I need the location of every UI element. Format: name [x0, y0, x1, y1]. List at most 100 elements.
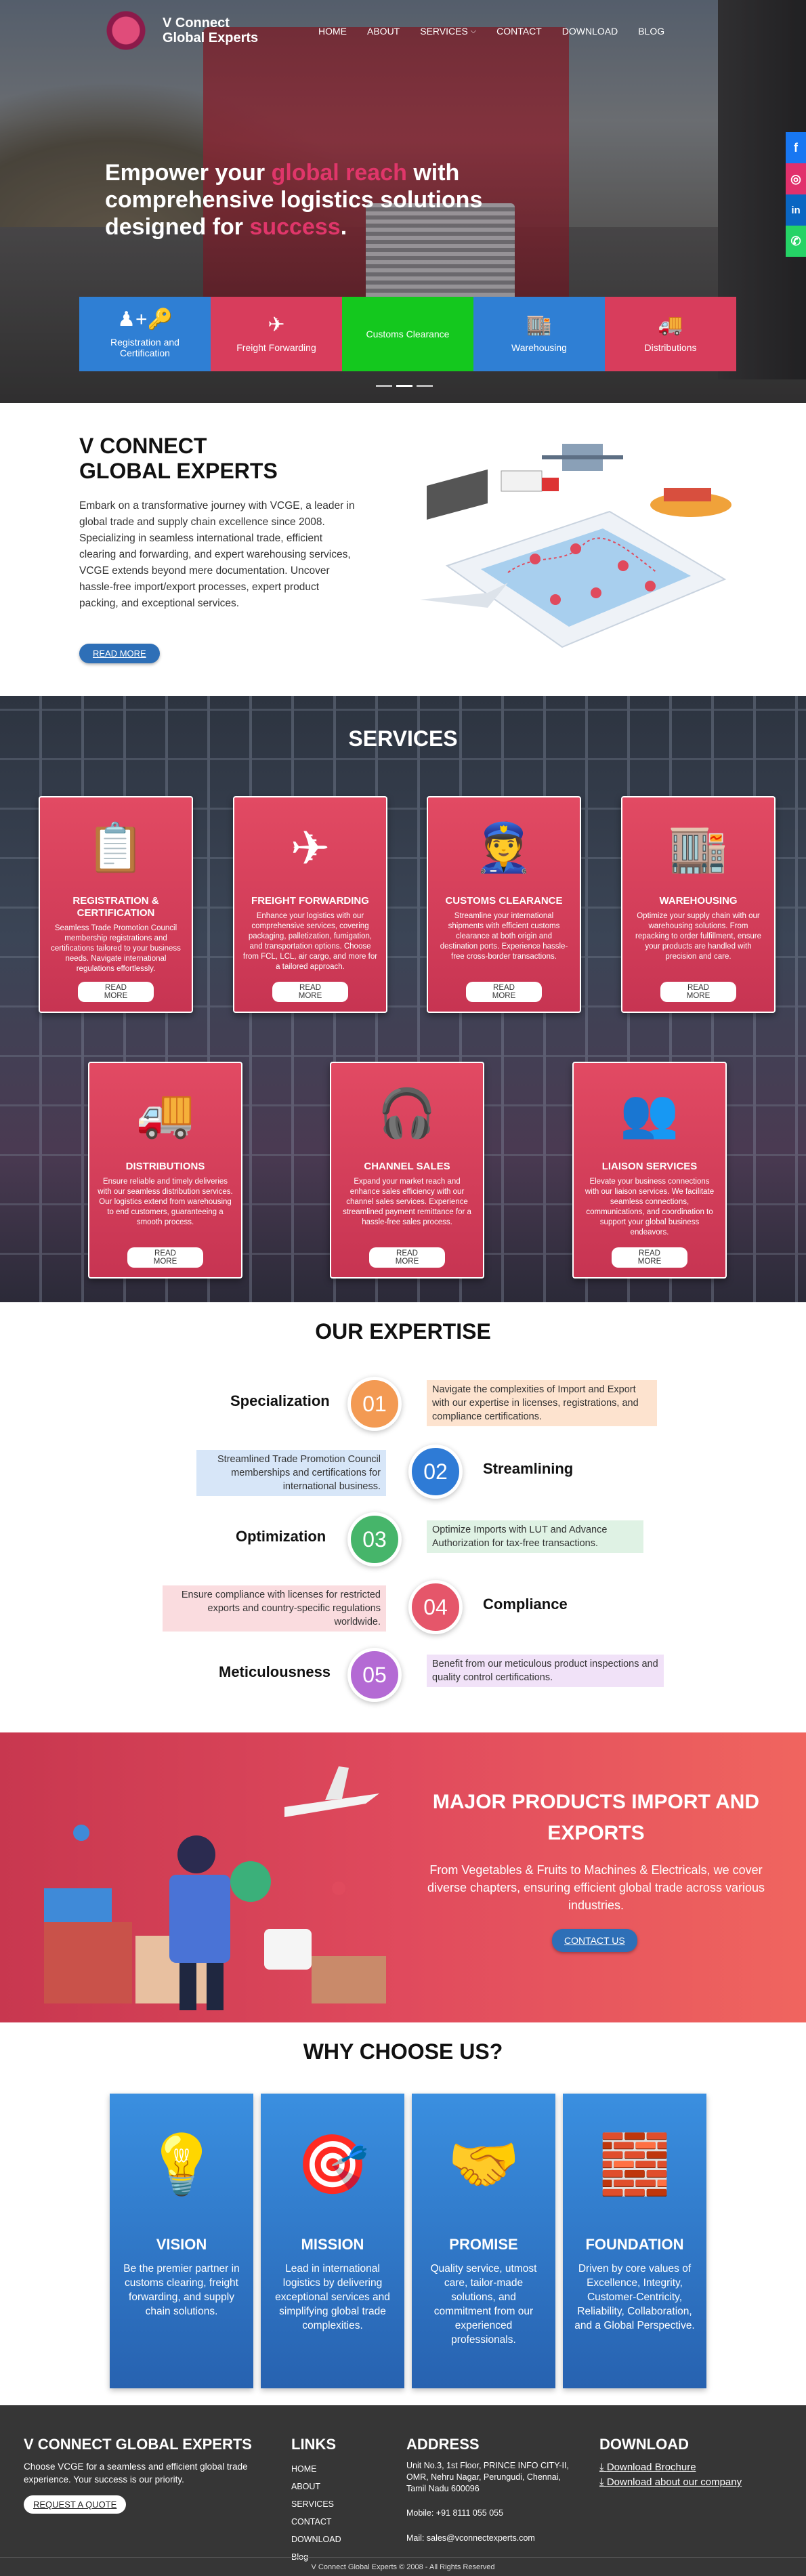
footer-brand-title: V CONNECT GLOBAL EXPERTS	[24, 2436, 252, 2453]
carousel-dots	[376, 385, 433, 387]
products-title: MAJOR PRODUCTS IMPORT AND EXPORTS	[432, 1791, 760, 1844]
hero-card-registration[interactable]: ♟+🔑 Registration and Certification	[79, 297, 211, 371]
products-text: From Vegetables & Fruits to Machines & E…	[427, 1863, 765, 1912]
main-nav: HOME ABOUT SERVICES ⌵ CONTACT DOWNLOAD B…	[318, 26, 664, 37]
freight-icon: ✈	[290, 822, 331, 875]
team-icon: 👥	[620, 1087, 679, 1140]
bricks-icon: 🧱	[598, 2132, 671, 2197]
linkedin-icon[interactable]: in	[786, 194, 806, 226]
hero-section: V Connect Global Experts HOME ABOUT SERV…	[0, 0, 806, 403]
service-card-customs[interactable]: 👮 CUSTOMS CLEARANCE Streamline your inte…	[427, 796, 581, 1013]
whatsapp-icon[interactable]: ✆	[786, 226, 806, 257]
service-card-liaison[interactable]: 👥 LIAISON SERVICES Elevate your business…	[572, 1062, 727, 1279]
footer-address-col: ADDRESS Unit No.3, 1st Floor, PRINCE INF…	[406, 2436, 576, 2545]
footer-link-download[interactable]: DOWNLOAD	[291, 2531, 341, 2548]
expertise-number: 04	[408, 1580, 463, 1634]
download-icon: ⤓	[599, 2476, 604, 2488]
about-title: V CONNECT GLOBAL EXPERTS	[79, 434, 278, 483]
service-read-more-button[interactable]: READ MORE	[612, 1247, 687, 1268]
footer-brand-text: Choose VCGE for a seamless and efficient…	[24, 2461, 248, 2485]
nav-contact[interactable]: CONTACT	[496, 26, 542, 37]
expertise-number: 01	[347, 1377, 402, 1431]
instagram-icon[interactable]: ◎	[786, 163, 806, 194]
footer-mail[interactable]: Mail: sales@vconnectexperts.com	[406, 2532, 576, 2545]
social-bar: f ◎ in ✆	[786, 132, 806, 257]
handshake-icon: 🤝	[447, 2132, 520, 2197]
nav-about[interactable]: ABOUT	[367, 26, 400, 37]
services-section: SERVICES 📋 REGISTRATION & CERTIFICATION …	[0, 696, 806, 1302]
service-read-more-button[interactable]: READ MORE	[272, 982, 348, 1002]
airplane-icon: ✈	[268, 314, 285, 336]
chevron-down-icon: ⌵	[470, 26, 477, 35]
footer-mobile[interactable]: Mobile: +91 8111 055 055	[406, 2507, 576, 2520]
nav-download[interactable]: DOWNLOAD	[562, 26, 618, 37]
distribution-icon: 🚚	[135, 1087, 195, 1140]
hero-card-distributions[interactable]: 🚚 Distributions	[605, 297, 736, 371]
service-read-more-button[interactable]: READ MORE	[466, 982, 542, 1002]
expertise-section: OUR EXPERTISE Specialization 01 Navigate…	[0, 1302, 806, 1732]
brand-name-line2: Global Experts	[163, 30, 259, 45]
lightbulb-icon: 💡	[145, 2132, 218, 2197]
expertise-number: 05	[347, 1648, 402, 1702]
facebook-icon[interactable]: f	[786, 132, 806, 163]
why-title: WHY CHOOSE US?	[303, 2039, 503, 2064]
footer-links-col: LINKS HOME ABOUT SERVICES CONTACT DOWNLO…	[291, 2436, 341, 2566]
brand-name-line1: V Connect	[163, 16, 230, 30]
footer-link-contact[interactable]: CONTACT	[291, 2513, 341, 2531]
nav-blog[interactable]: BLOG	[638, 26, 664, 37]
person-add-key-icon: ♟+🔑	[117, 308, 173, 331]
certificate-icon: 📋	[86, 821, 146, 874]
service-card-freight[interactable]: ✈ FREIGHT FORWARDING Enhance your logist…	[233, 796, 387, 1013]
hero-card-warehousing[interactable]: 🏬 Warehousing	[473, 297, 605, 371]
about-text: Embark on a transformative journey with …	[79, 500, 355, 609]
footer-links-title: LINKS	[291, 2436, 336, 2453]
hero-service-cards: ♟+🔑 Registration and Certification ✈ Fre…	[79, 297, 736, 371]
contact-us-button[interactable]: CONTACT US	[552, 1929, 637, 1952]
warehouse-icon: 🏬	[669, 821, 728, 874]
service-read-more-button[interactable]: READ MORE	[369, 1247, 445, 1268]
truck-icon: 🚚	[658, 314, 683, 336]
brand-logo[interactable]: V Connect Global Experts	[102, 7, 258, 54]
service-card-registration[interactable]: 📋 REGISTRATION & CERTIFICATION Seamless …	[39, 796, 193, 1013]
download-brochure-link[interactable]: ⤓ Download Brochure	[599, 2460, 789, 2475]
why-card-mission: 🎯 MISSION Lead in international logistic…	[261, 2094, 404, 2388]
about-read-more-button[interactable]: READ MORE	[79, 644, 160, 663]
expertise-title: OUR EXPERTISE	[315, 1319, 491, 1344]
service-card-channel-sales[interactable]: 🎧 CHANNEL SALES Expand your market reach…	[330, 1062, 484, 1279]
service-card-distributions[interactable]: 🚚 DISTRIBUTIONS Ensure reliable and time…	[88, 1062, 242, 1279]
hero-card-freight[interactable]: ✈ Freight Forwarding	[211, 297, 342, 371]
download-icon: ⤓	[599, 2461, 604, 2473]
hero-card-customs[interactable]: Customs Clearance	[342, 297, 473, 371]
why-card-vision: 💡 VISION Be the premier partner in custo…	[110, 2094, 253, 2388]
copyright: V Connect Global Experts © 2008 - All Ri…	[0, 2557, 806, 2576]
expertise-number: 02	[408, 1445, 463, 1499]
services-title: SERVICES	[348, 726, 458, 751]
nav-services-label: SERVICES	[420, 26, 468, 37]
products-section: MAJOR PRODUCTS IMPORT AND EXPORTS From V…	[0, 1732, 806, 2022]
footer-download-title: DOWNLOAD	[599, 2436, 689, 2453]
why-card-foundation: 🧱 FOUNDATION Driven by core values of Ex…	[563, 2094, 706, 2388]
footer-address: Unit No.3, 1st Floor, PRINCE INFO CITY-I…	[406, 2461, 569, 2493]
footer-brand-col: V CONNECT GLOBAL EXPERTS Choose VCGE for…	[24, 2436, 268, 2514]
carousel-dot[interactable]	[417, 385, 433, 387]
nav-services[interactable]: SERVICES ⌵	[420, 26, 476, 37]
target-icon: 🎯	[296, 2132, 369, 2197]
request-quote-button[interactable]: REQUEST A QUOTE	[24, 2495, 127, 2514]
headset-icon: 🎧	[377, 1087, 437, 1140]
trade-person-cargo-illustration	[44, 1766, 386, 2010]
download-company-link[interactable]: ⤓ Download about our company	[599, 2475, 789, 2490]
expertise-number: 03	[347, 1512, 402, 1566]
carousel-dot[interactable]	[376, 385, 392, 387]
nav-home[interactable]: HOME	[318, 26, 347, 37]
service-read-more-button[interactable]: READ MORE	[660, 982, 736, 1002]
why-card-promise: 🤝 PROMISE Quality service, utmost care, …	[412, 2094, 555, 2388]
service-read-more-button[interactable]: READ MORE	[78, 982, 154, 1002]
service-card-warehousing[interactable]: 🏬 WAREHOUSING Optimize your supply chain…	[621, 796, 776, 1013]
carousel-dot-active[interactable]	[396, 385, 412, 387]
footer-link-about[interactable]: ABOUT	[291, 2478, 341, 2495]
footer-link-services[interactable]: SERVICES	[291, 2495, 341, 2513]
footer-link-home[interactable]: HOME	[291, 2460, 341, 2478]
hero-headline: Empower your global reach with comprehen…	[105, 160, 483, 240]
why-choose-section: WHY CHOOSE US? 💡 VISION Be the premier p…	[0, 2022, 806, 2405]
service-read-more-button[interactable]: READ MORE	[127, 1247, 203, 1268]
